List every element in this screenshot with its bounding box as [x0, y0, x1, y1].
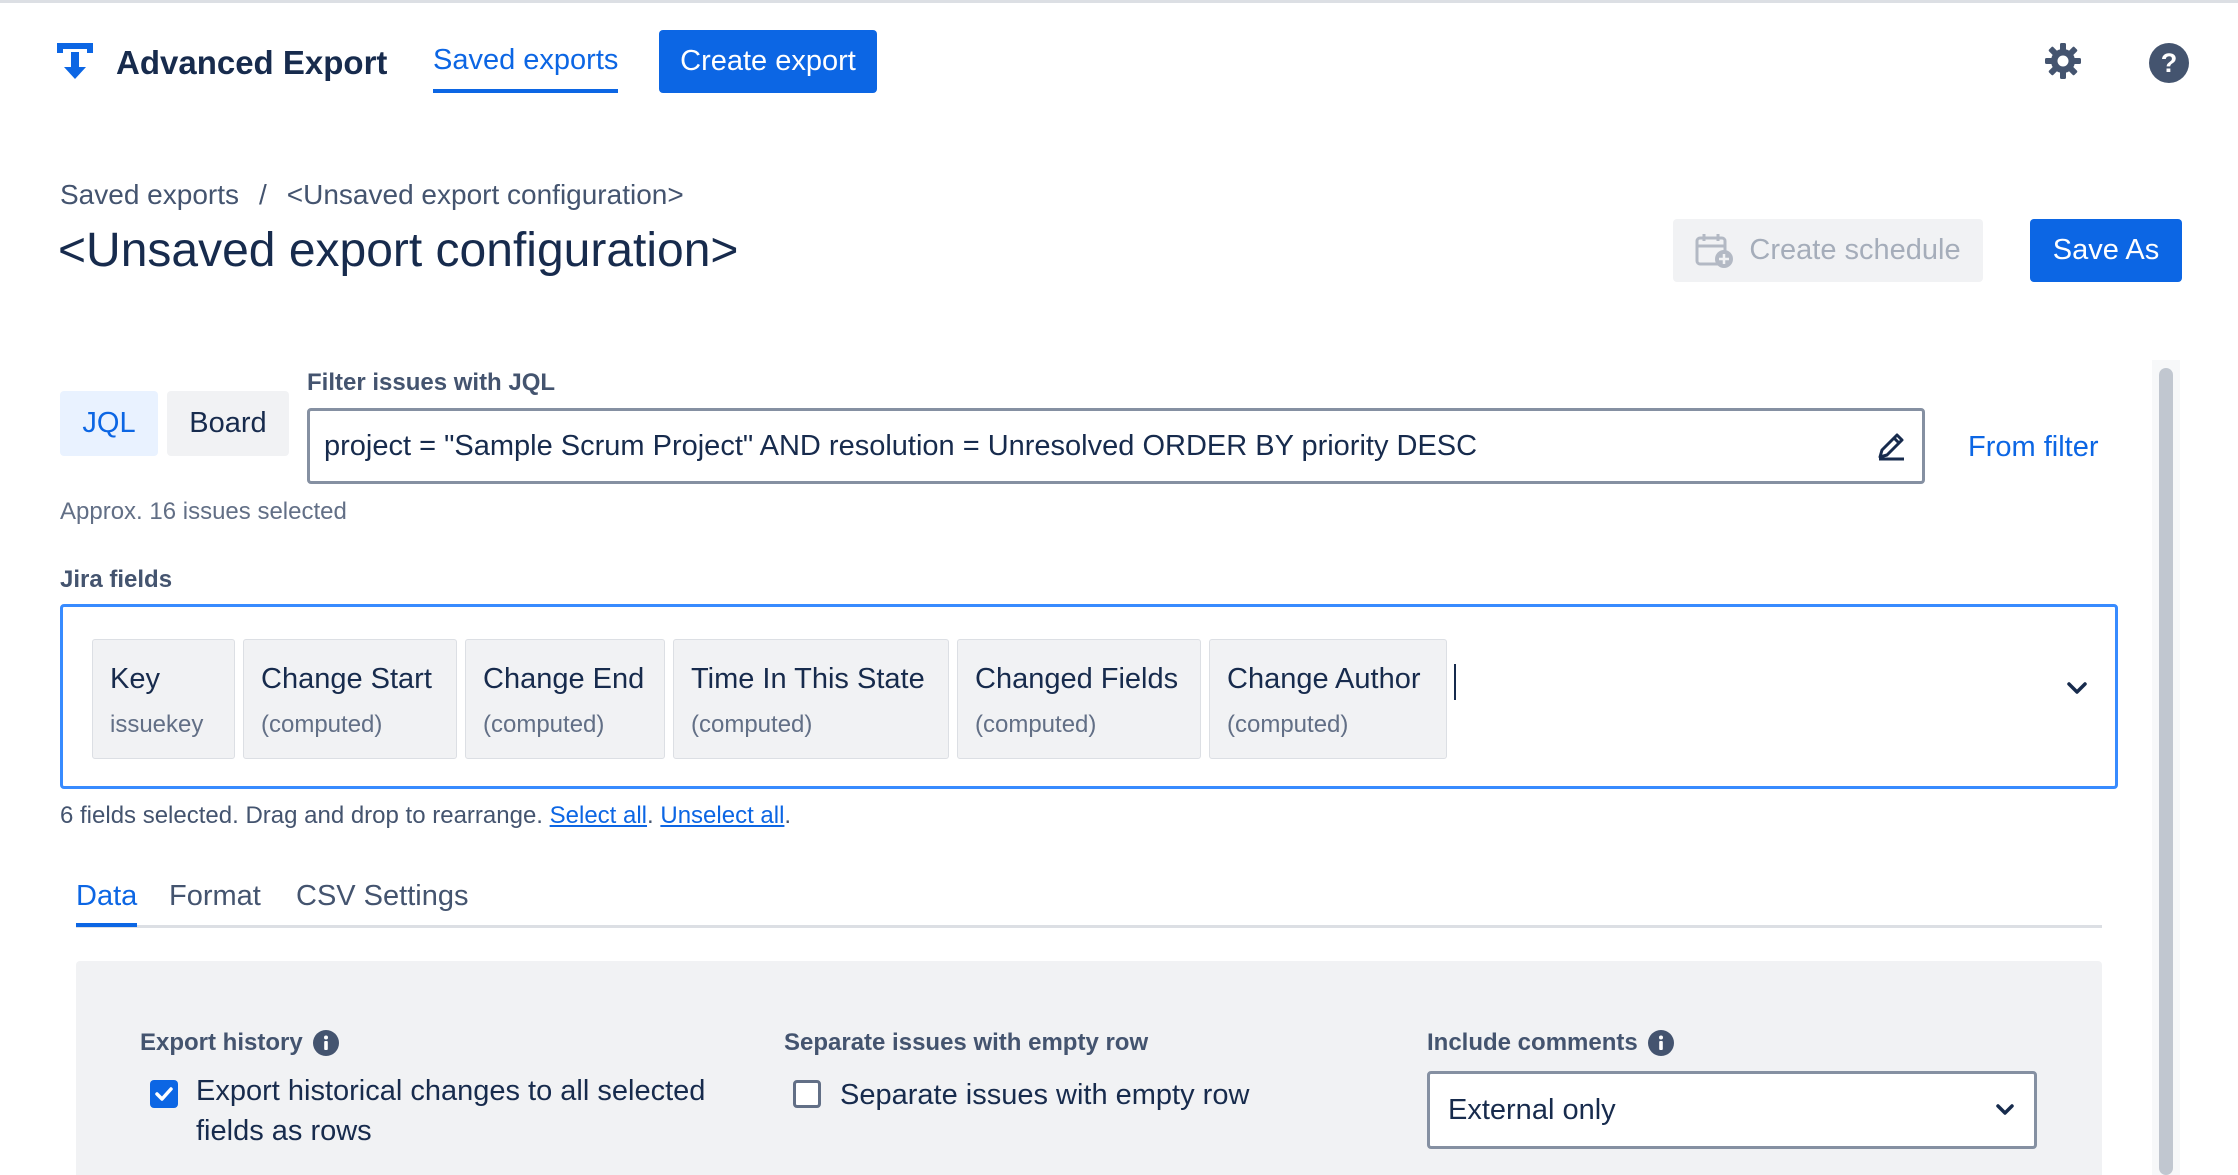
pencil-icon[interactable] [1874, 429, 1908, 463]
unselect-all-link[interactable]: Unselect all [660, 802, 784, 829]
field-chip-name: Change Author [1227, 663, 1421, 695]
tab-data[interactable]: Data [76, 880, 138, 927]
field-chip-id: issuekey [110, 711, 204, 738]
field-chip-key[interactable]: Key issuekey [92, 639, 235, 759]
include-comments-value: External only [1448, 1093, 1616, 1126]
field-chip-id: (computed) [691, 711, 813, 738]
page-title: <Unsaved export configuration> [58, 224, 739, 277]
breadcrumb-current: <Unsaved export configuration> [286, 179, 684, 210]
scrollbar-thumb[interactable] [2159, 368, 2173, 1175]
app-title: Advanced Export [116, 44, 388, 81]
info-icon[interactable] [1647, 1030, 1674, 1056]
include-comments-label: Include comments [1427, 1029, 1674, 1057]
field-chip-name: Change Start [261, 663, 432, 695]
create-schedule-label: Create schedule [1749, 234, 1961, 266]
help-icon[interactable]: ? [2148, 42, 2190, 84]
chevron-down-icon [1996, 1104, 2014, 1115]
jql-query[interactable]: project = "Sample Scrum Project" AND res… [324, 430, 1874, 463]
fields-status: 6 fields selected. Drag and drop to rear… [60, 802, 792, 829]
create-export-button[interactable]: Create export [659, 30, 877, 93]
jql-input[interactable]: project = "Sample Scrum Project" AND res… [307, 408, 1925, 484]
select-all-link[interactable]: Select all [550, 802, 647, 829]
jql-tab[interactable]: JQL [60, 391, 158, 456]
from-filter-link[interactable]: From filter [1968, 431, 2099, 464]
export-history-label: Export history [140, 1029, 339, 1057]
breadcrumb-root[interactable]: Saved exports [60, 179, 239, 210]
top-border [0, 0, 2238, 3]
field-chip-change-start[interactable]: Change Start (computed) [243, 639, 457, 759]
include-comments-select[interactable]: External only [1427, 1071, 2037, 1149]
field-chip-id: (computed) [261, 711, 383, 738]
separate-issues-label-text: Separate issues with empty row [784, 1029, 1149, 1056]
fields-status-text: 6 fields selected. Drag and drop to rear… [60, 802, 550, 829]
chevron-down-icon[interactable] [2066, 681, 2088, 695]
field-chip-id: (computed) [483, 711, 605, 738]
export-logo-icon [57, 43, 93, 79]
tabs-divider [76, 925, 2102, 928]
nav-saved-exports[interactable]: Saved exports [433, 44, 619, 93]
breadcrumb-separator: / [259, 179, 267, 210]
text-caret [1454, 664, 1456, 700]
field-chip-change-end[interactable]: Change End (computed) [465, 639, 665, 759]
jira-fields-label: Jira fields [60, 566, 173, 593]
field-chip-name: Key [110, 663, 160, 695]
export-history-label-text: Export history [140, 1029, 303, 1056]
svg-text:?: ? [2161, 48, 2178, 78]
export-history-option[interactable]: Export historical changes to all selecte… [196, 1071, 736, 1151]
create-schedule-button[interactable]: Create schedule [1673, 219, 1983, 282]
include-comments-label-text: Include comments [1427, 1029, 1638, 1056]
approx-issue-count: Approx. 16 issues selected [60, 498, 347, 525]
separate-issues-label: Separate issues with empty row [784, 1029, 1148, 1057]
save-as-button[interactable]: Save As [2030, 219, 2182, 282]
field-chip-name: Change End [483, 663, 645, 695]
jira-fields-select[interactable]: Key issuekey Change Start (computed) Cha… [60, 604, 2118, 789]
field-chip-name: Changed Fields [975, 663, 1179, 695]
board-tab[interactable]: Board [167, 391, 289, 456]
info-icon[interactable] [312, 1030, 339, 1056]
field-chip-id: (computed) [1227, 711, 1349, 738]
gear-icon[interactable] [2044, 42, 2082, 80]
jql-label: Filter issues with JQL [307, 369, 556, 396]
field-chip-id: (computed) [975, 711, 1097, 738]
breadcrumb: Saved exports / <Unsaved export configurat… [60, 179, 684, 211]
field-chip-changed-fields[interactable]: Changed Fields (computed) [957, 639, 1201, 759]
tab-csv-settings[interactable]: CSV Settings [296, 880, 468, 913]
field-chip-name: Time In This State [691, 663, 925, 695]
separate-issues-checkbox[interactable] [793, 1080, 821, 1108]
export-history-checkbox[interactable] [150, 1080, 178, 1108]
tab-format[interactable]: Format [169, 880, 261, 913]
field-chip-change-author[interactable]: Change Author (computed) [1209, 639, 1447, 759]
calendar-plus-icon [1695, 233, 1734, 268]
field-chip-time-in-this-state[interactable]: Time In This State (computed) [673, 639, 949, 759]
separate-issues-option[interactable]: Separate issues with empty row [840, 1075, 1249, 1115]
